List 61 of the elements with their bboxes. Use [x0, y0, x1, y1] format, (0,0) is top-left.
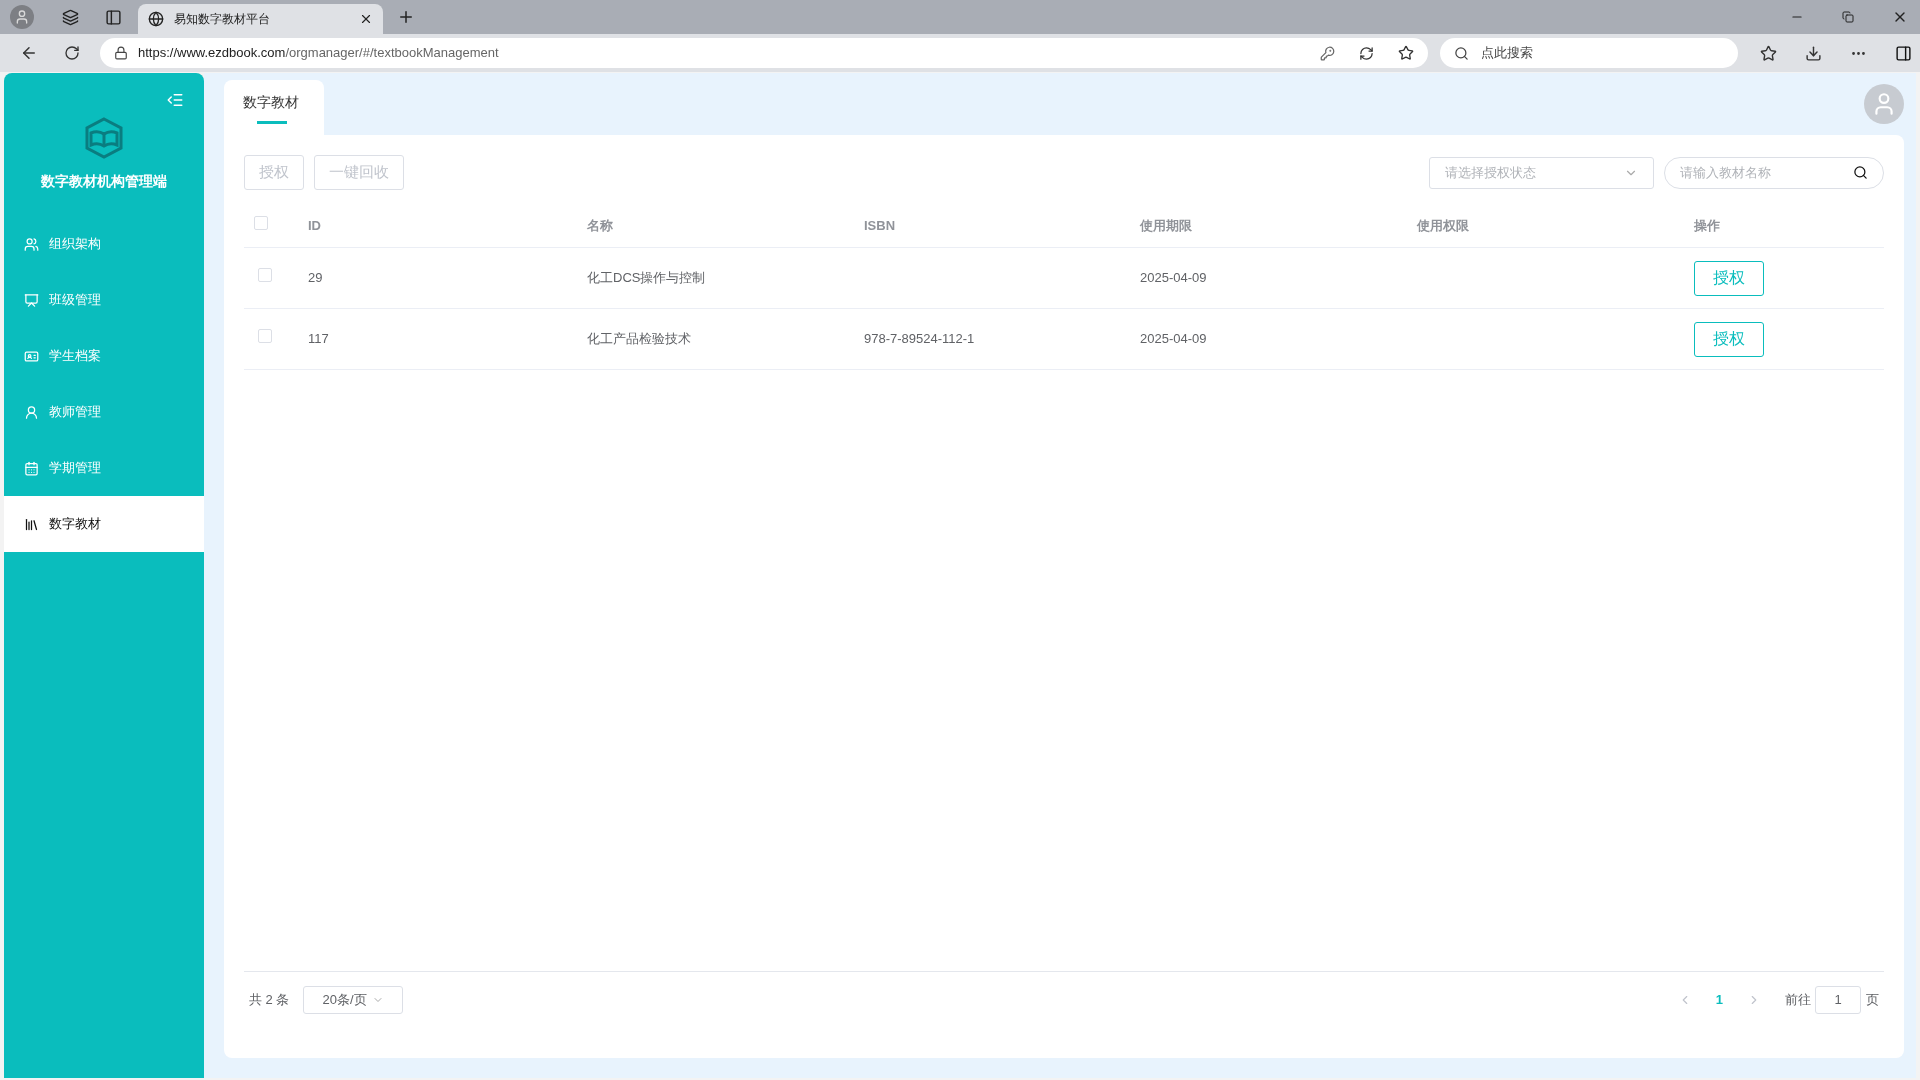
table-cell: 化工产品检验技术: [587, 331, 691, 347]
column-header: 操作: [1694, 217, 1720, 233]
table-cell: 978-7-89524-112-1: [864, 331, 975, 347]
menu-item-icon: [24, 292, 39, 308]
sidebar-item[interactable]: 学生档案: [4, 328, 204, 384]
globe-icon: [148, 11, 164, 27]
download-icon[interactable]: [1805, 44, 1822, 62]
collections-icon[interactable]: [62, 8, 79, 26]
column-header: 使用期限: [1140, 217, 1192, 233]
favorite-icon[interactable]: [1398, 45, 1414, 61]
table-cell: 29: [308, 270, 323, 286]
page-size-select[interactable]: 20条/页: [303, 986, 404, 1014]
menu-item-icon: [24, 236, 39, 252]
menu-item-icon: [24, 404, 39, 420]
sidebar-title: 数字教材机构管理端: [40, 172, 168, 191]
sidebar-item[interactable]: 班级管理: [4, 272, 204, 328]
page-suffix: 页: [1866, 991, 1879, 1010]
menu-item-icon: [24, 516, 39, 532]
column-header: ISBN: [864, 217, 896, 233]
sidebar-item[interactable]: 学期管理: [4, 440, 204, 496]
menu-item-icon: [24, 460, 39, 476]
column-header: ID: [308, 217, 321, 233]
sidebar-item[interactable]: 数字教材: [4, 496, 204, 552]
lock-icon: [114, 46, 128, 60]
table-cell: 化工DCS操作与控制: [587, 270, 706, 286]
goto-page-field[interactable]: 1: [1815, 986, 1861, 1014]
reload-icon[interactable]: [64, 45, 80, 61]
refresh-icon[interactable]: [1359, 45, 1374, 61]
column-header: 使用权限: [1417, 217, 1469, 233]
back-icon[interactable]: [20, 44, 38, 62]
total-count: 共 2 条: [249, 991, 290, 1010]
column-header: 名称: [587, 217, 613, 233]
goto-label: 前往: [1785, 991, 1811, 1010]
sidebar-item[interactable]: 教师管理: [4, 384, 204, 440]
page-number[interactable]: 1: [1715, 990, 1723, 1010]
authorize-button[interactable]: 授权: [1694, 260, 1764, 296]
favorites-list-icon[interactable]: [1760, 44, 1777, 62]
checkbox[interactable]: [258, 268, 272, 283]
key-icon[interactable]: [1320, 45, 1335, 61]
sidebar-toggle-icon[interactable]: [1895, 44, 1912, 62]
table-cell: 2025-04-09: [1140, 331, 1207, 347]
profile-icon[interactable]: [10, 5, 34, 29]
checkbox[interactable]: [258, 329, 272, 344]
menu-item-icon: [24, 348, 39, 364]
checkbox[interactable]: [254, 215, 268, 230]
search-icon[interactable]: [1853, 165, 1868, 180]
restore-icon[interactable]: [1842, 11, 1854, 23]
tab-actions-icon[interactable]: [105, 8, 122, 26]
table-cell: 2025-04-09: [1140, 270, 1207, 286]
new-tab-icon[interactable]: [397, 8, 415, 26]
browser-tab[interactable]: 易知数字教材平台: [138, 4, 383, 34]
page-tab[interactable]: 数字教材: [224, 80, 324, 135]
address-bar[interactable]: https://www.ezdbook.com/orgmanager/#/textbookManagement: [100, 38, 1428, 68]
browser-search-field[interactable]: 点此搜索: [1440, 38, 1738, 68]
status-select[interactable]: 请选择授权状态: [1429, 156, 1654, 189]
close-icon[interactable]: [359, 12, 373, 26]
authorize-button[interactable]: 授权: [1694, 321, 1764, 357]
search-icon: [1454, 45, 1469, 61]
table-cell: 117: [308, 331, 329, 347]
sidebar-item[interactable]: 组织架构: [4, 216, 204, 272]
book-hexagon-logo-icon: [83, 117, 125, 159]
